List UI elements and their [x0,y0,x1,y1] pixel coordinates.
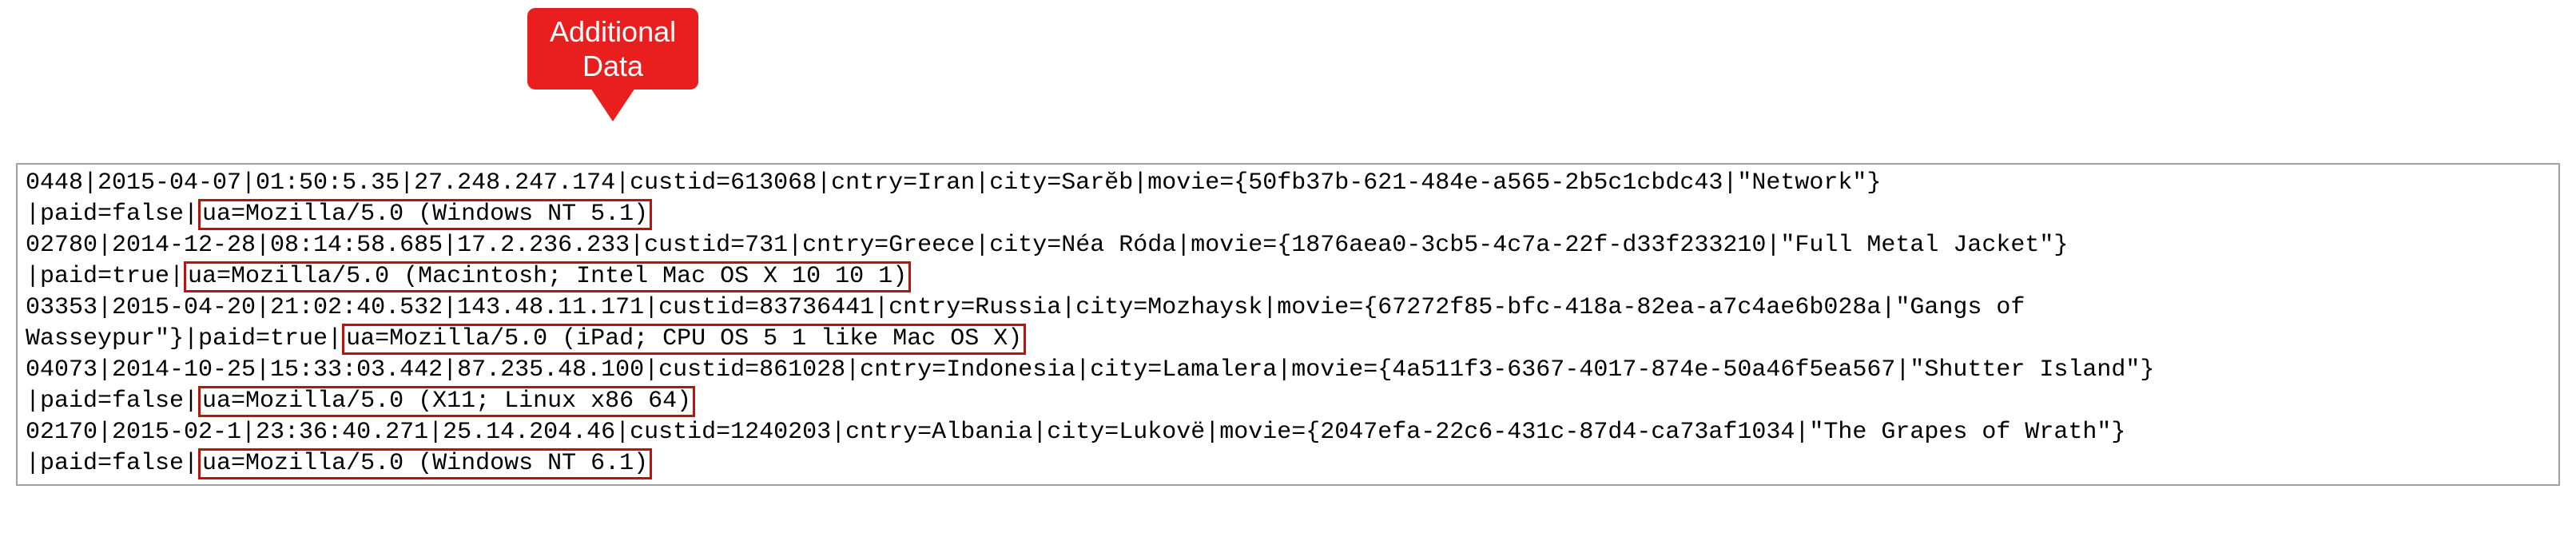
log-text: 0448|2015-04-07|01:50:5.35|27.248.247.17… [26,169,1881,197]
log-line: 0448|2015-04-07|01:50:5.35|27.248.247.17… [26,168,2550,199]
log-text: |paid=false| [26,201,198,228]
log-text: |paid=false| [26,450,198,477]
callout-box: Additional Data [527,8,698,90]
callout-annotation: Additional Data [527,8,698,121]
log-line: |paid=true|ua=Mozilla/5.0 (Macintosh; In… [26,261,2550,292]
log-text: |paid=false| [26,388,198,415]
log-line: 02170|2015-02-1|23:36:40.271|25.14.204.4… [26,417,2550,448]
log-text: |paid=true| [26,263,184,290]
log-line: Wasseypur"}|paid=true|ua=Mozilla/5.0 (iP… [26,324,2550,355]
highlight-ua: ua=Mozilla/5.0 (Windows NT 6.1) [198,448,652,479]
log-line: |paid=false|ua=Mozilla/5.0 (X11; Linux x… [26,386,2550,417]
callout-line2: Data [550,49,676,83]
highlight-ua: ua=Mozilla/5.0 (iPad; CPU OS 5 1 like Ma… [342,324,1026,355]
log-output-box: 0448|2015-04-07|01:50:5.35|27.248.247.17… [16,163,2560,486]
log-line: 03353|2015-04-20|21:02:40.532|143.48.11.… [26,292,2550,324]
log-text: 02780|2014-12-28|08:14:58.685|17.2.236.2… [26,232,2068,259]
log-text: 04073|2014-10-25|15:33:03.442|87.235.48.… [26,356,2154,384]
log-text: Wasseypur"}|paid=true| [26,325,342,352]
callout-arrow-icon [590,88,635,121]
log-text: 02170|2015-02-1|23:36:40.271|25.14.204.4… [26,419,2125,446]
log-line: |paid=false|ua=Mozilla/5.0 (Windows NT 6… [26,448,2550,479]
callout-line1: Additional [550,14,676,49]
log-text: 03353|2015-04-20|21:02:40.532|143.48.11.… [26,294,2025,321]
log-line: |paid=false|ua=Mozilla/5.0 (Windows NT 5… [26,199,2550,230]
log-line: 02780|2014-12-28|08:14:58.685|17.2.236.2… [26,230,2550,261]
highlight-ua: ua=Mozilla/5.0 (Macintosh; Intel Mac OS … [184,261,911,292]
highlight-ua: ua=Mozilla/5.0 (X11; Linux x86 64) [198,386,695,417]
log-line: 04073|2014-10-25|15:33:03.442|87.235.48.… [26,355,2550,386]
highlight-ua: ua=Mozilla/5.0 (Windows NT 5.1) [198,199,652,230]
